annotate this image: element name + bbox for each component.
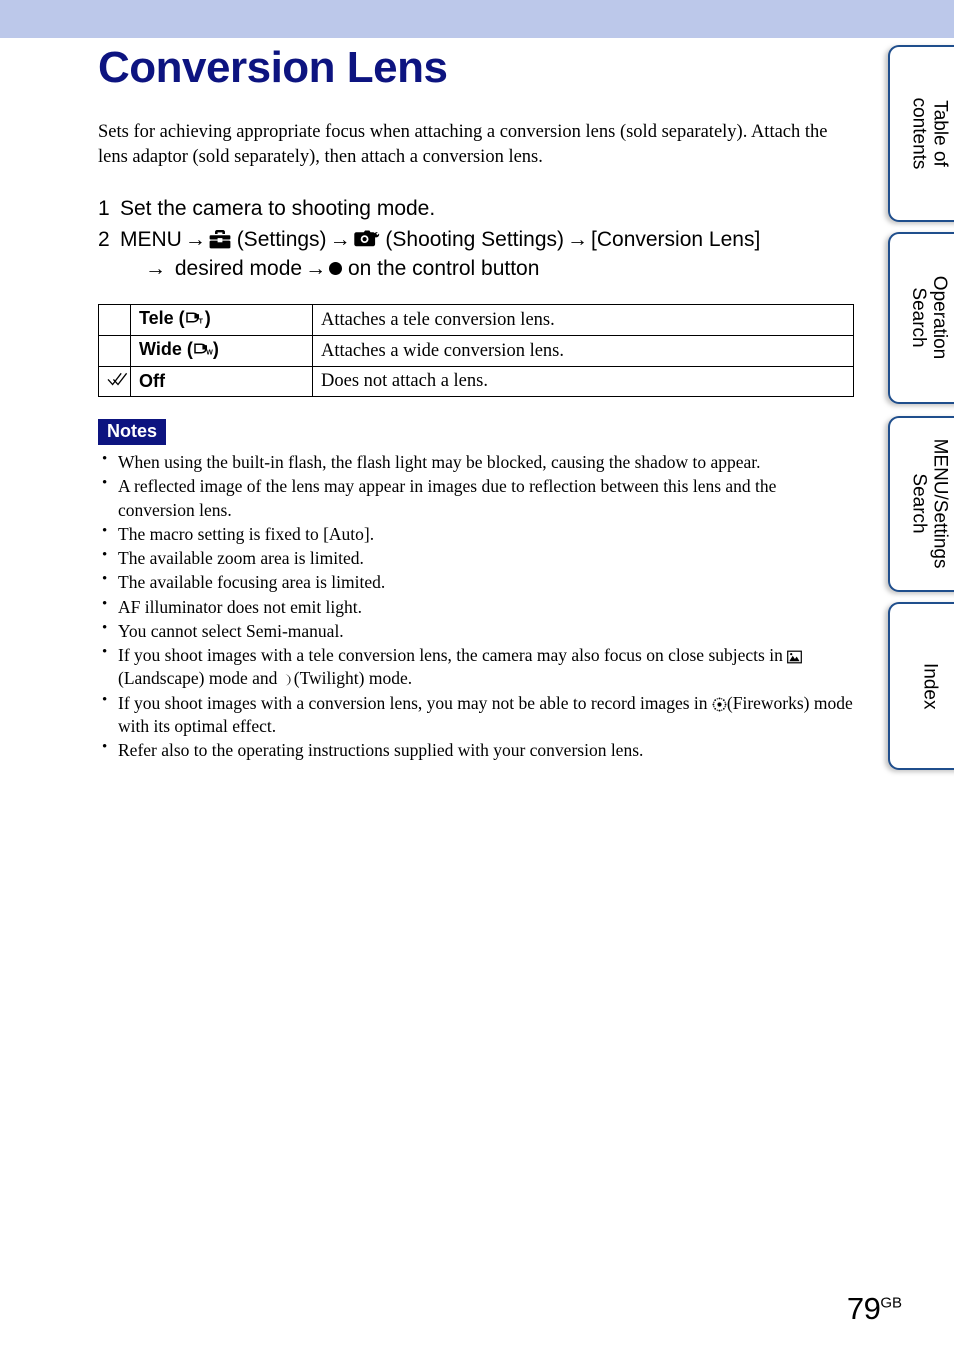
sidebar-tab-label: Index (919, 662, 941, 710)
table-row: Wide ( W) Attaches a wide conversion lens… (98, 335, 854, 368)
center-button-icon (329, 262, 343, 276)
sidebar-tab-menu-settings-search[interactable]: MENU/Settings Search (888, 416, 954, 592)
note-item: The available focusing area is limited. (98, 570, 856, 594)
step-1-text: Set the camera to shooting mode. (120, 196, 436, 220)
mountain-icon (787, 650, 803, 664)
step-2-number: 2 (98, 228, 110, 252)
arrow-glyph-4: → (145, 257, 166, 281)
side-tab-bar: Table of contents Operation Search MENU/Se… (888, 0, 954, 790)
arrow-glyph-2: → (329, 228, 351, 252)
document-page: Table of contents Operation Search MENU/Se… (0, 0, 954, 1369)
svg-text:T: T (198, 319, 203, 326)
main-content: Conversion Lens Sets for achieving appro… (98, 0, 856, 764)
note-item: When using the built-in flash, the flash… (98, 450, 856, 474)
sidebar-tab-label: MENU/Settings Search (909, 439, 951, 569)
note-item: You cannot select Semi-manual. (98, 619, 856, 643)
step-1-number: 1 (98, 196, 110, 220)
notes-heading: Notes (98, 419, 167, 446)
page-number: 79GB (847, 1291, 902, 1327)
toolbox-icon (209, 230, 231, 249)
row-desc-cell: Attaches a tele conversion lens. (312, 304, 854, 337)
note-text-post: (Twilight) mode. (293, 668, 413, 689)
row-desc-cell: Attaches a wide conversion lens. (312, 335, 854, 368)
desired-mode-label: desired mode (174, 257, 303, 281)
options-table: Tele ( T) Attaches a tele conversion lens… (98, 304, 854, 398)
note-item: A reflected image of the lens may appear… (98, 474, 856, 522)
arrow-glyph-3: → (567, 228, 589, 252)
sidebar-tab-operation-search[interactable]: Operation Search (888, 232, 954, 404)
sidebar-tab-label: Operation Search (909, 276, 951, 360)
conversion-lens-item: [Conversion Lens] (591, 228, 761, 252)
note-item: AF illuminator does not emit light. (98, 595, 856, 619)
step-2: 2 MENU → (Settings) → (Shooting Settings) →… (98, 226, 856, 284)
lens-wide-icon: W (193, 341, 213, 363)
table-row: Off Does not attach a lens. (98, 366, 854, 398)
note-text-mid: (Landscape) mode and (118, 668, 278, 689)
option-label: Tele ( (139, 308, 185, 329)
note-item: The available zoom area is limited. (98, 546, 856, 570)
fireworks-icon (712, 697, 727, 712)
svg-text:W: W (206, 350, 213, 357)
step-2-continuation: → desired mode → on the control button (120, 255, 856, 284)
option-label: Wide ( (139, 339, 193, 360)
control-button-label: on the control button (347, 257, 540, 281)
row-check-cell (98, 335, 131, 368)
menu-label: MENU (120, 228, 182, 252)
sidebar-tab-table-of-contents[interactable]: Table of contents (888, 45, 954, 222)
notes-list: When using the built-in flash, the flash… (98, 450, 856, 762)
arrow-glyph-1: → (184, 228, 206, 252)
moon-icon (281, 673, 294, 687)
page-number-suffix: GB (880, 1294, 902, 1312)
note-item: If you shoot images with a tele conversi… (98, 643, 856, 691)
shooting-settings-label: (Shooting Settings) (385, 228, 565, 252)
row-desc-cell: Does not attach a lens. (312, 366, 854, 398)
page-title: Conversion Lens (98, 43, 448, 92)
table-row: Tele ( T) Attaches a tele conversion lens… (98, 304, 854, 337)
lens-tele-icon: T (185, 310, 205, 332)
double-check-icon (107, 371, 129, 392)
row-check-cell (98, 304, 131, 337)
row-name-cell: Tele ( T) (130, 304, 313, 337)
step-2-text: MENU → (Settings) → (Shooting Settings) → [C… (120, 226, 856, 284)
note-item: If you shoot images with a conversion le… (98, 691, 856, 739)
note-item: The macro setting is fixed to [Auto]. (98, 522, 856, 546)
row-name-cell: Wide ( W) (130, 335, 313, 368)
note-item: Refer also to the operating instructions… (98, 738, 856, 762)
option-label-suffix: ) (212, 339, 219, 360)
row-name-cell: Off (130, 366, 313, 398)
sidebar-tab-label: Table of contents (908, 97, 951, 170)
note-text-pre: If you shoot images with a conversion le… (118, 692, 708, 713)
row-check-cell (98, 366, 131, 398)
step-1: 1 Set the camera to shooting mode. (98, 195, 856, 224)
option-label: Off (139, 371, 165, 392)
camera-wrench-icon (353, 230, 380, 249)
option-label-suffix: ) (204, 308, 211, 329)
intro-paragraph: Sets for achieving appropriate focus whe… (98, 122, 828, 168)
sidebar-tab-index[interactable]: Index (888, 602, 954, 770)
procedure-steps: 1 Set the camera to shooting mode. 2 MEN… (98, 195, 856, 285)
settings-label: (Settings) (236, 228, 327, 252)
page-number-value: 79 (846, 1291, 881, 1326)
arrow-glyph-5: → (305, 257, 327, 281)
note-text-pre: If you shoot images with a tele conversi… (118, 645, 783, 666)
